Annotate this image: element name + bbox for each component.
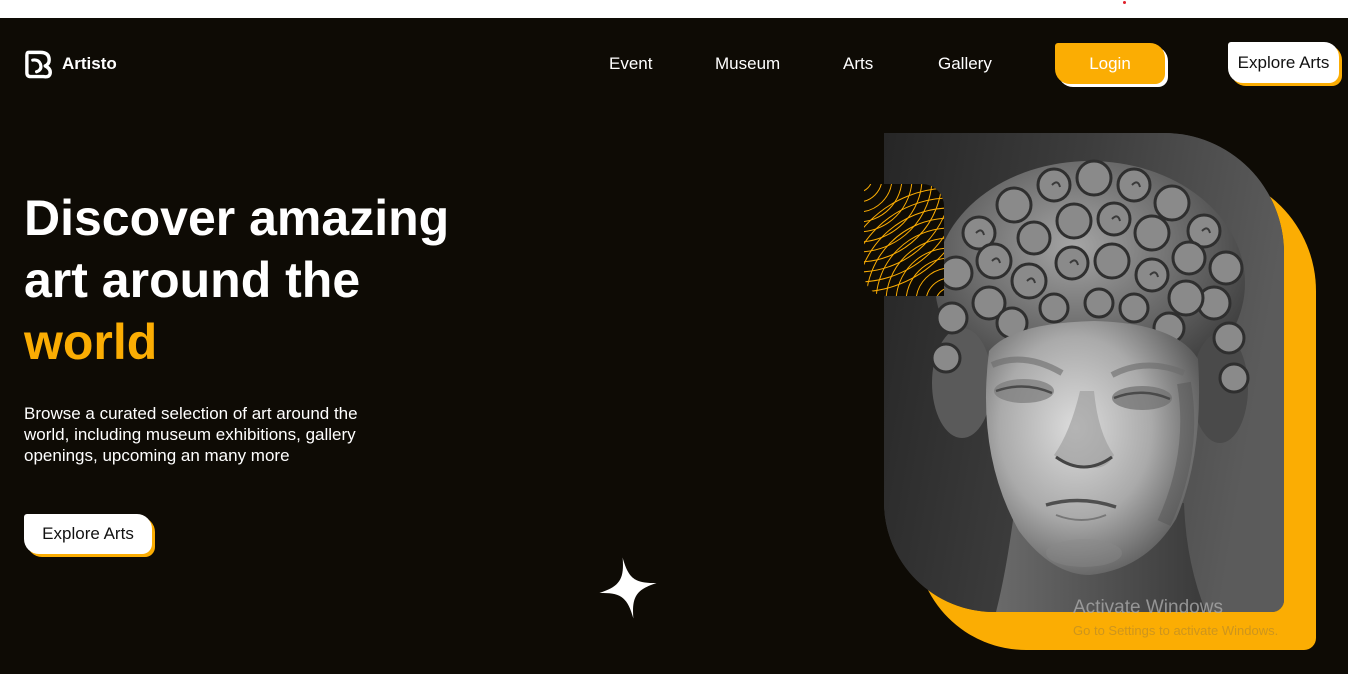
brand-name: Artisto [62,54,117,73]
explore-arts-header-button[interactable]: Explore Arts [1228,42,1339,83]
hero-title-highlight: world [24,314,158,370]
nav-item-museum[interactable]: Museum [715,54,780,74]
red-dot-marker [1123,1,1126,4]
activate-windows-title: Activate Windows [1073,597,1223,618]
wavy-lines-graphic [864,184,944,296]
browser-top-strip [0,0,1348,18]
nav-item-gallery[interactable]: Gallery [938,54,992,74]
login-button[interactable]: Login [1055,43,1165,84]
sculpture-illustration [884,133,1284,612]
wavy-lines-pattern [864,184,944,296]
nav-item-arts[interactable]: Arts [843,54,873,74]
activate-windows-subtitle: Go to Settings to activate Windows. [1073,623,1279,638]
artisto-logo-icon [25,50,52,79]
hero-title-line-1: Discover amazing [24,190,450,246]
hero-title-line-2: art around the [24,252,361,308]
brand-logo-link[interactable]: Artisto [23,48,117,80]
sparkle-icon [599,557,657,619]
hero-description: Browse a curated selection of art around… [24,404,358,465]
hero-title: Discover amazing art around the world [24,187,449,373]
nav-item-event[interactable]: Event [609,54,652,74]
explore-arts-hero-button[interactable]: Explore Arts [24,514,152,554]
sculpture-image [884,133,1284,612]
